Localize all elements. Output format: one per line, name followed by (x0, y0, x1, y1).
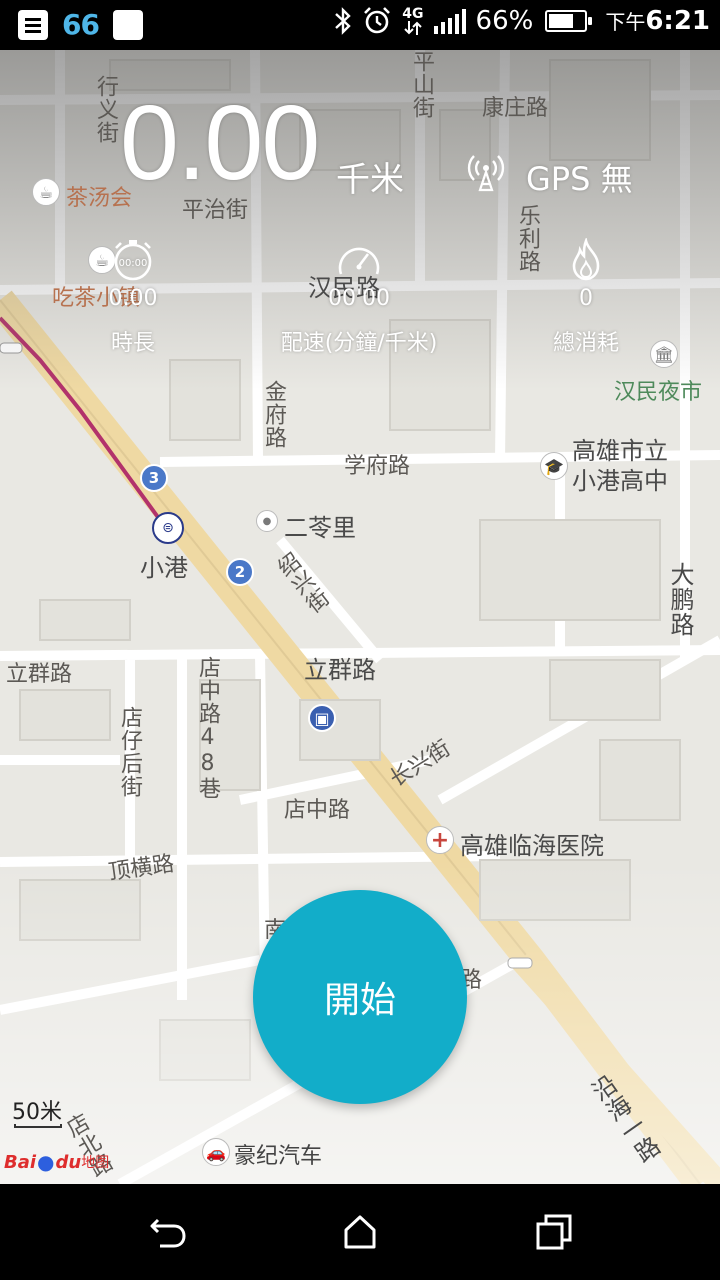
place-poi-icon[interactable]: ● (256, 510, 278, 532)
logo-du: du (55, 1151, 82, 1173)
map-scale-bar (14, 1124, 62, 1128)
map-label-xiaogang: 小港 (140, 554, 188, 582)
stat-calories: 0 總消耗 (486, 238, 686, 357)
metro-station-icon[interactable]: ⊜ (152, 512, 184, 544)
stat-pace: 00'00 配速(分鐘/千米) (259, 238, 459, 357)
clock: 下午 6:21 (605, 6, 710, 36)
distance-unit: 千米 (336, 160, 404, 200)
map-label-kangzhuang: 康庄路 (482, 96, 549, 121)
notification-icon (18, 9, 48, 40)
map-label-dianzihou: 店仔后街 (117, 706, 142, 798)
baidu-paw-icon: ● (37, 1150, 55, 1174)
map-label-erlingli: 二苓里 (284, 514, 356, 542)
stat-calories-value: 0 (579, 286, 593, 311)
speedometer-icon (338, 247, 380, 275)
map-label-hospital: 高雄临海医院 (460, 832, 604, 860)
gps-signal-icon (467, 155, 505, 192)
navigation-bar (0, 1184, 720, 1280)
gps-status: GPS 無 (526, 160, 633, 198)
alarm-icon (364, 7, 391, 34)
baidu-map-logo: Bai ● du 地图 (4, 1150, 109, 1174)
distance-value: 0.00 (120, 84, 320, 202)
stat-duration-label: 時長 (110, 331, 155, 356)
status-bar-right: 4G 66% 下午 6:21 (334, 6, 710, 36)
app-66-icon: 66 (62, 8, 100, 41)
stat-duration-value: 0.00 (108, 286, 158, 311)
map-label-jinfu: 金府路 (261, 380, 286, 449)
home-icon[interactable] (340, 1212, 380, 1252)
car-poi-icon[interactable]: 🚗 (202, 1138, 230, 1166)
clock-prefix: 下午 (605, 10, 646, 34)
status-bar-left: 66 (18, 8, 143, 41)
4g-icon: 4G (402, 7, 424, 35)
clock-time: 6:21 (645, 6, 710, 36)
map-label-hanmin-night-market: 汉民夜市 (614, 380, 703, 405)
svg-text:00:00: 00:00 (119, 258, 148, 269)
map-scale-label: 50米 (12, 1100, 62, 1125)
stat-pace-value: 00'00 (327, 286, 391, 311)
stat-calories-label: 總消耗 (552, 331, 619, 356)
bus-stop-icon[interactable]: ▣ (308, 704, 336, 732)
logo-ditu: 地图 (81, 1155, 110, 1171)
map-label-xuefu: 学府路 (344, 454, 411, 479)
recents-icon[interactable] (534, 1212, 574, 1252)
stopwatch-icon: 00:00 (114, 240, 152, 281)
metro-exit-3[interactable]: 3 (140, 464, 168, 492)
map-label-dianzhong-lane: 店中路48巷 (195, 656, 220, 800)
white-square-icon (112, 9, 143, 40)
hospital-icon[interactable]: + (426, 826, 454, 854)
map-label-dapeng: 大鹏路 (666, 562, 694, 637)
metro-exit-2[interactable]: 2 (226, 558, 254, 586)
map-label-liqun-left: 立群路 (6, 662, 73, 687)
bluetooth-icon (335, 7, 352, 35)
map-label-school: 高雄市立 小港高中 (572, 437, 668, 495)
map-label-haoji: 豪纪汽车 (234, 1144, 323, 1169)
stat-duration: 00:00 0.00 時長 (33, 238, 233, 357)
map-label-liqun-center: 立群路 (304, 656, 376, 684)
battery-percent: 66% (475, 6, 534, 36)
logo-bai: Bai (4, 1151, 37, 1173)
back-icon[interactable] (148, 1212, 188, 1252)
battery-level-fill (549, 14, 574, 28)
map-label-pingshan: 平山街 (409, 50, 434, 119)
stat-pace-label: 配速(分鐘/千米) (280, 331, 438, 356)
map-label-xingyi: 行义街 (93, 75, 118, 144)
teahouse-poi-icon[interactable]: ☕ (32, 178, 60, 206)
start-button[interactable]: 開始 (253, 890, 467, 1104)
signal-icon (433, 8, 466, 34)
flame-icon (572, 238, 600, 281)
map-label-dianzhong: 店中路 (284, 798, 351, 823)
school-poi-icon[interactable]: 🎓 (540, 452, 568, 480)
battery-icon (545, 10, 593, 32)
status-bar: 66 4G 66% 下午 6:21 (0, 0, 720, 50)
